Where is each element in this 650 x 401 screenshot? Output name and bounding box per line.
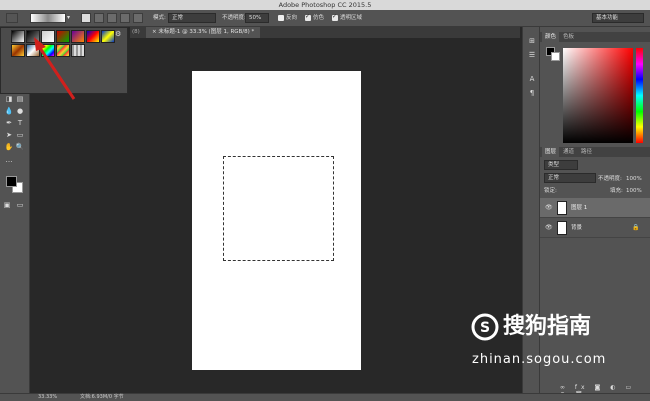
adjustment-layer-icon[interactable]: ◐ (610, 384, 619, 391)
gradient-preset-copper[interactable] (11, 44, 25, 57)
fill-label: 填充: (610, 188, 623, 194)
tab-swatches[interactable]: 色板 (560, 32, 577, 42)
svg-text:S: S (480, 320, 490, 336)
more-tools-icon[interactable]: … (4, 156, 14, 165)
foreground-color-front (6, 176, 17, 187)
radial-gradient-button[interactable] (94, 13, 104, 23)
watermark-url: zhinan.sogou.com (472, 352, 607, 367)
hidden-tab-label[interactable]: (8) (130, 27, 140, 38)
linear-gradient-button[interactable] (81, 13, 91, 23)
zoom-tool-icon[interactable]: 🔍 (15, 143, 25, 152)
visibility-eye-icon[interactable]: 👁 (545, 198, 553, 218)
annotation-arrow-icon (34, 37, 76, 100)
dither-label: 仿色 (313, 15, 325, 21)
transparency-checkbox[interactable] (332, 13, 338, 21)
opacity-input[interactable]: 50% (245, 13, 269, 23)
watermark-brand: 搜狗指南 (503, 314, 592, 339)
gradient-editor-button[interactable] (30, 13, 66, 23)
dodge-tool-icon[interactable]: ● (15, 107, 25, 116)
reflected-gradient-button[interactable] (120, 13, 130, 23)
color-panel-background[interactable] (551, 52, 560, 61)
history-icon[interactable]: ⊞ (527, 37, 537, 46)
layer-row[interactable]: 👁 图层 1 (540, 198, 650, 218)
gradient-preset-black-white[interactable] (11, 30, 25, 43)
gradient-preset-blue-red-yellow[interactable] (86, 30, 100, 43)
type-tool-icon[interactable]: T (15, 119, 25, 128)
angle-gradient-button[interactable] (107, 13, 117, 23)
pen-tool-icon[interactable]: ✒ (4, 119, 14, 128)
color-panel-tabs: 颜色 色板 (540, 32, 650, 42)
layer-opacity-label: 不透明度: (598, 176, 622, 182)
opacity-label: 不透明度: (222, 15, 246, 21)
rectangle-tool-icon[interactable]: ▭ (15, 131, 25, 140)
quick-mask-icon[interactable]: ▣ (2, 201, 12, 210)
gear-icon[interactable]: ⚙ (115, 30, 121, 38)
workspace-select[interactable]: 基本功能 (592, 13, 644, 23)
reverse-label: 反向 (286, 15, 298, 21)
character-icon[interactable]: A (527, 75, 537, 84)
blur-tool-icon[interactable]: 💧 (4, 107, 14, 116)
color-field[interactable] (563, 48, 633, 143)
document-tab-bar: (8) × 未标题-1 @ 33.3% (图层 1, RGB/8) * (130, 27, 520, 38)
options-bar: ▾ 模式: 正常 不透明度: 50% 反向 仿色 透明区域 基本功能 (0, 10, 650, 27)
dither-checkbox[interactable] (305, 13, 311, 21)
gradient-tool-icon[interactable]: ▤ (15, 95, 25, 104)
selection-marquee[interactable] (223, 156, 334, 261)
tab-layers[interactable]: 图层 (542, 147, 560, 157)
zoom-level[interactable]: 33.33% (38, 394, 57, 401)
sogou-logo-icon: S (471, 313, 499, 341)
screen-mode-icon[interactable]: ▭ (15, 201, 25, 210)
transparency-label: 透明区域 (340, 15, 363, 21)
paragraph-icon[interactable]: ¶ (527, 89, 537, 98)
add-mask-icon[interactable]: ◙ (595, 384, 605, 391)
properties-icon[interactable]: ☰ (527, 51, 537, 60)
gradient-preset-blue-yellow-blue[interactable] (101, 30, 115, 43)
hue-slider[interactable] (636, 48, 643, 143)
layers-panel-tabs: 图层 通道 路径 (540, 147, 650, 157)
mode-select[interactable]: 正常 (168, 13, 216, 23)
path-select-tool-icon[interactable]: ➤ (4, 131, 14, 140)
link-layers-icon[interactable]: ∞ (560, 384, 569, 391)
diamond-gradient-button[interactable] (133, 13, 143, 23)
document-tab-title: 未标题-1 @ 33.3% (图层 1, RGB/8) * (158, 29, 255, 35)
tab-color[interactable]: 颜色 (542, 32, 560, 42)
eraser-tool-icon[interactable]: ◨ (4, 95, 14, 104)
gradient-tool-icon[interactable] (6, 13, 18, 23)
window-title: Adobe Photoshop CC 2015.5 (0, 0, 650, 10)
mode-label: 模式: (153, 15, 166, 21)
layer-opacity-value[interactable]: 100% (626, 174, 642, 184)
layer-name: 背景 (571, 225, 583, 231)
hand-tool-icon[interactable]: ✋ (4, 143, 14, 152)
layer-style-icon[interactable]: fx (575, 384, 589, 391)
layer-filter-select[interactable]: 类型 (544, 160, 578, 170)
blend-mode-select[interactable]: 正常 (544, 173, 596, 183)
layer-thumbnail (557, 221, 567, 235)
tab-channels[interactable]: 通道 (560, 147, 577, 157)
layer-thumbnail (557, 201, 567, 215)
fill-value[interactable]: 100% (626, 186, 642, 196)
reverse-checkbox[interactable] (278, 15, 284, 21)
lock-label: 锁定: (544, 188, 557, 194)
watermark-logo: S 搜狗指南 (470, 313, 630, 341)
layer-name: 图层 1 (571, 205, 588, 211)
tab-paths[interactable]: 路径 (578, 147, 595, 157)
new-group-icon[interactable]: ▭ (625, 384, 635, 391)
lock-icon: 🔒 (632, 224, 640, 231)
status-bar: 33.33% 文档:6.93M/0 字节 (0, 393, 650, 401)
visibility-eye-icon[interactable]: 👁 (545, 218, 553, 238)
document-info: 文档:6.93M/0 字节 (80, 394, 124, 400)
document-tab[interactable]: × 未标题-1 @ 33.3% (图层 1, RGB/8) * (146, 27, 261, 38)
chevron-down-icon[interactable]: ▾ (67, 13, 73, 23)
layer-row[interactable]: 👁 背景 🔒 (540, 218, 650, 238)
